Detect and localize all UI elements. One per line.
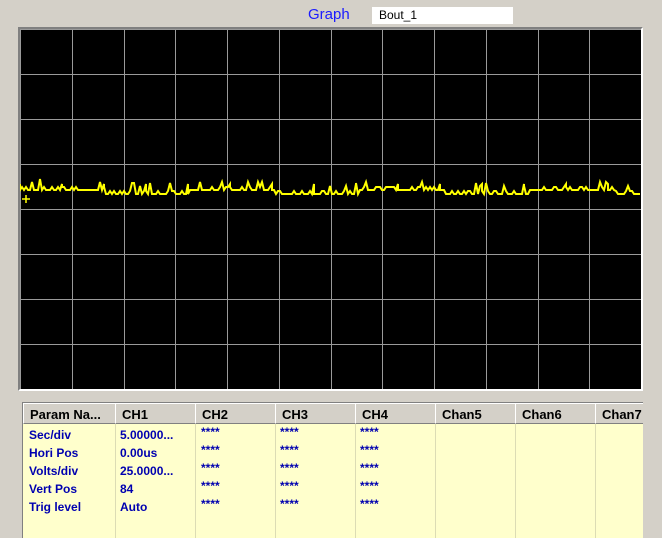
param-table-header: Param Na... CH1 CH2 CH3 CH4 Chan5 Chan6 … [23,403,643,424]
ch4-value: **** [360,425,379,439]
ch2-value: **** [201,461,220,475]
ch4-value: **** [360,443,379,457]
ch2-value: **** [201,425,220,439]
ch2-value: **** [201,443,220,457]
channel-parameter-table: Param Na... CH1 CH2 CH3 CH4 Chan5 Chan6 … [22,402,643,538]
ch2-value: **** [201,479,220,493]
column-header-ch3[interactable]: CH3 [275,403,356,424]
ch3-value: **** [280,479,299,493]
trigger-marker [22,195,30,203]
column-header-chan6[interactable]: Chan6 [515,403,596,424]
ch3-value: **** [280,497,299,511]
scope-plot [20,29,641,389]
ch1-value: 5.00000... [120,428,174,442]
table-row[interactable]: Trig level Auto **** **** **** [23,497,643,516]
column-header-chan7[interactable]: Chan7 [595,403,643,424]
ch1-value: 0.00us [120,446,158,460]
column-header-param-name[interactable]: Param Na... [23,403,116,424]
ch2-value: **** [201,497,220,511]
table-row[interactable]: Sec/div 5.00000... **** **** **** [23,425,643,444]
table-row[interactable]: Volts/div 25.0000... **** **** **** [23,461,643,480]
column-header-chan5[interactable]: Chan5 [435,403,516,424]
scope-grid [20,29,641,389]
graph-title-bar: Graph Bout_1 [0,0,662,27]
ch3-value: **** [280,425,299,439]
ch1-trace [20,178,640,198]
table-row[interactable]: Vert Pos 84 **** **** **** [23,479,643,498]
column-header-ch2[interactable]: CH2 [195,403,276,424]
param-name: Trig level [29,500,82,514]
param-name: Vert Pos [29,482,78,496]
ch1-value: Auto [120,500,148,514]
ch1-value: 84 [120,482,134,496]
ch3-value: **** [280,461,299,475]
column-header-ch4[interactable]: CH4 [355,403,436,424]
column-header-ch1[interactable]: CH1 [115,403,196,424]
ch4-value: **** [360,461,379,475]
ch1-value: 25.0000... [120,464,174,478]
param-name: Sec/div [29,428,72,442]
ch4-value: **** [360,479,379,493]
oscilloscope-screen [18,27,643,391]
table-row[interactable]: Hori Pos 0.00us **** **** **** [23,443,643,462]
graph-name-field[interactable]: Bout_1 [372,7,513,24]
ch4-value: **** [360,497,379,511]
ch3-value: **** [280,443,299,457]
param-name: Hori Pos [29,446,79,460]
graph-label: Graph [308,6,350,23]
param-name: Volts/div [29,464,79,478]
